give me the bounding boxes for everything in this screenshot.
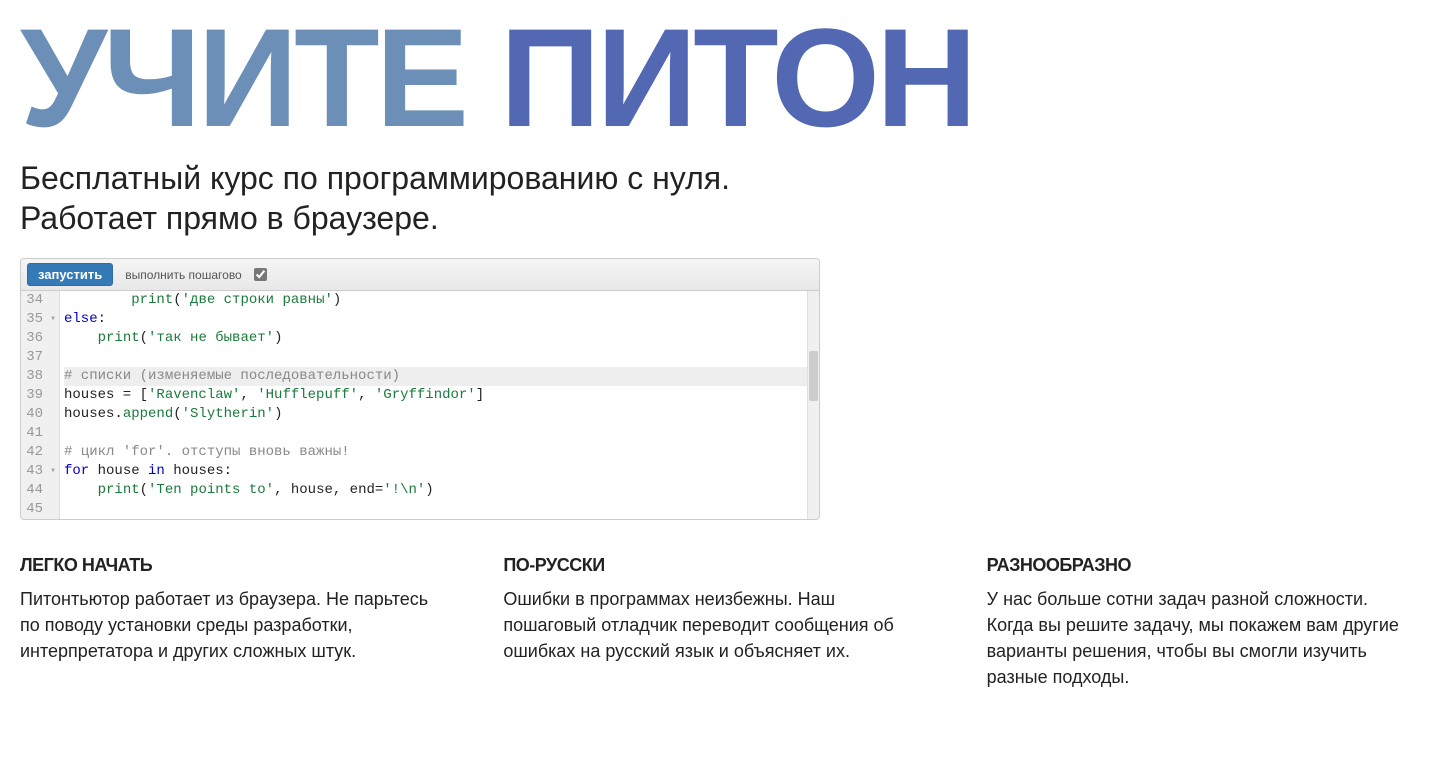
line-number: 45 <box>25 500 43 519</box>
feature-russian: ПО-РУССКИ Ошибки в программах неизбежны.… <box>503 555 926 690</box>
logo-word-1: УЧИТЕ <box>20 0 465 156</box>
line-number: 40 <box>25 405 43 424</box>
fold-marker <box>47 405 59 424</box>
code-line[interactable] <box>64 500 819 519</box>
fold-marker <box>47 500 59 519</box>
editor-gutter: 343536373839404142434445 ▾ ▾ <box>21 291 60 519</box>
code-line[interactable]: print('так не бывает') <box>64 329 819 348</box>
code-editor: запустить выполнить пошагово 34353637383… <box>20 258 820 520</box>
fold-marker <box>47 386 59 405</box>
line-number: 41 <box>25 424 43 443</box>
code-line[interactable]: # списки (изменяемые последовательности) <box>64 367 819 386</box>
editor-scrollbar[interactable] <box>807 291 819 519</box>
fold-marker <box>47 443 59 462</box>
fold-marker <box>47 348 59 367</box>
page-subtitle: Бесплатный курс по программированию с ну… <box>20 158 1410 238</box>
feature-body: У нас больше сотни задач разной сложност… <box>987 586 1410 690</box>
feature-title: ПО-РУССКИ <box>503 555 926 576</box>
run-button[interactable]: запустить <box>27 263 113 286</box>
editor-toolbar: запустить выполнить пошагово <box>21 259 819 291</box>
scrollbar-thumb[interactable] <box>809 351 818 401</box>
feature-title: ЛЕГКО НАЧАТЬ <box>20 555 443 576</box>
line-number: 42 <box>25 443 43 462</box>
line-number: 38 <box>25 367 43 386</box>
feature-body: Питонтьютор работает из браузера. Не пар… <box>20 586 443 664</box>
subtitle-line-2: Работает прямо в браузере. <box>20 198 1410 238</box>
fold-marker <box>47 481 59 500</box>
line-number: 39 <box>25 386 43 405</box>
fold-marker[interactable]: ▾ <box>47 310 59 329</box>
code-line[interactable]: houses.append('Slytherin') <box>64 405 819 424</box>
fold-marker <box>47 367 59 386</box>
code-line[interactable]: print('две строки равны') <box>64 291 819 310</box>
line-number: 35 <box>25 310 43 329</box>
code-line[interactable] <box>64 348 819 367</box>
line-number: 34 <box>25 291 43 310</box>
fold-marker[interactable]: ▾ <box>47 462 59 481</box>
feature-body: Ошибки в программах неизбежны. Наш пошаг… <box>503 586 926 664</box>
line-number: 37 <box>25 348 43 367</box>
feature-easy-start: ЛЕГКО НАЧАТЬ Питонтьютор работает из бра… <box>20 555 443 690</box>
feature-variety: РАЗНООБРАЗНО У нас больше сотни задач ра… <box>987 555 1410 690</box>
step-mode-checkbox[interactable] <box>254 268 267 281</box>
code-line[interactable] <box>64 424 819 443</box>
feature-title: РАЗНООБРАЗНО <box>987 555 1410 576</box>
subtitle-line-1: Бесплатный курс по программированию с ну… <box>20 158 1410 198</box>
features-row: ЛЕГКО НАЧАТЬ Питонтьютор работает из бра… <box>20 555 1410 690</box>
logo-word-2: ПИТОН <box>500 0 973 156</box>
step-mode-label: выполнить пошагово <box>125 268 242 282</box>
code-line[interactable]: for house in houses: <box>64 462 819 481</box>
fold-marker <box>47 424 59 443</box>
code-line[interactable]: # цикл 'for'. отступы вновь важны! <box>64 443 819 462</box>
line-number: 43 <box>25 462 43 481</box>
line-number: 44 <box>25 481 43 500</box>
code-line[interactable]: houses = ['Ravenclaw', 'Hufflepuff', 'Gr… <box>64 386 819 405</box>
fold-marker <box>47 291 59 310</box>
code-line[interactable]: print('Ten points to', house, end='!\n') <box>64 481 819 500</box>
fold-marker <box>47 329 59 348</box>
page-logo: УЧИТЕ ПИТОН <box>20 8 1410 148</box>
code-line[interactable]: else: <box>64 310 819 329</box>
line-number: 36 <box>25 329 43 348</box>
code-area[interactable]: 343536373839404142434445 ▾ ▾ print('две с… <box>21 291 819 519</box>
